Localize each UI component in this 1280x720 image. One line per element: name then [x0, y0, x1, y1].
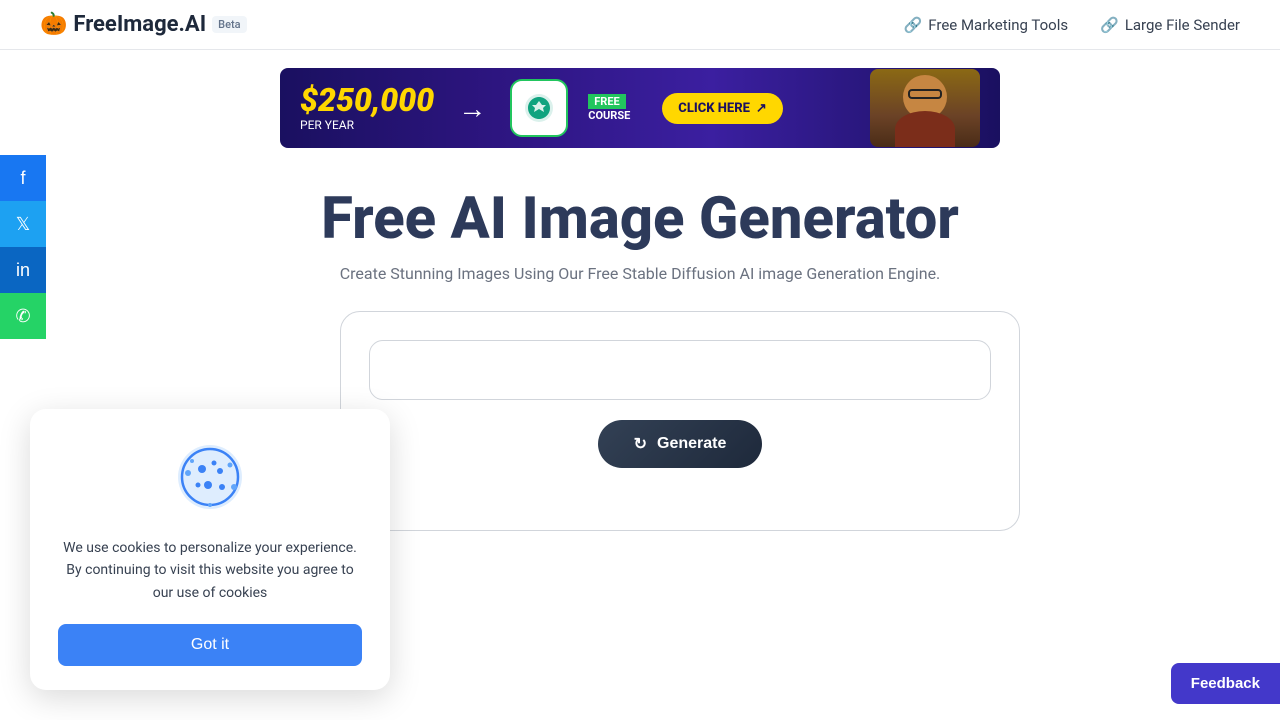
- generator-box: ↻ Generate: [340, 311, 1020, 531]
- feedback-button[interactable]: Feedback: [1171, 663, 1280, 704]
- banner-text: $250,000 PER YEAR: [300, 84, 434, 132]
- facebook-button[interactable]: f: [0, 155, 46, 201]
- nav-file-label: Large File Sender: [1125, 16, 1240, 34]
- page-title: Free AI Image Generator: [321, 188, 959, 252]
- header: 🎃 FreeImage.AI Beta 🔗 Free Marketing Too…: [0, 0, 1280, 50]
- beta-badge: Beta: [212, 16, 246, 33]
- banner-free-label: FREE: [588, 94, 625, 109]
- link-icon-marketing: 🔗: [904, 16, 923, 34]
- nav: 🔗 Free Marketing Tools 🔗 Large File Send…: [904, 16, 1240, 34]
- nav-marketing-tools[interactable]: 🔗 Free Marketing Tools: [904, 16, 1069, 34]
- cookie-popup: We use cookies to personalize your exper…: [30, 409, 390, 690]
- nav-file-sender[interactable]: 🔗 Large File Sender: [1100, 16, 1240, 34]
- banner-area: $250,000 PER YEAR → FREE COURSE CLICK HE…: [0, 50, 1280, 158]
- banner-free-course: FREE COURSE: [588, 94, 630, 122]
- cookie-icon-area: [170, 437, 250, 521]
- banner-click-button[interactable]: CLICK HERE ↗: [662, 93, 783, 124]
- banner-click-text: CLICK HERE: [678, 101, 750, 116]
- whatsapp-button[interactable]: ✆: [0, 293, 46, 339]
- banner-logo: [510, 79, 568, 137]
- logo-icon: 🎃: [40, 12, 67, 37]
- twitter-button[interactable]: 𝕏: [0, 201, 46, 247]
- banner: $250,000 PER YEAR → FREE COURSE CLICK HE…: [280, 68, 1000, 148]
- generate-button[interactable]: ↻ Generate: [598, 420, 763, 468]
- linkedin-button[interactable]: in: [0, 247, 46, 293]
- generate-icon: ↻: [634, 434, 647, 454]
- banner-arrow-icon: →: [458, 92, 486, 125]
- banner-per-year: PER YEAR: [300, 118, 434, 132]
- logo-area: 🎃 FreeImage.AI Beta: [40, 12, 247, 37]
- link-icon-file: 🔗: [1100, 16, 1119, 34]
- banner-course-label: COURSE: [588, 109, 630, 122]
- generate-label: Generate: [657, 435, 726, 453]
- social-sidebar: f 𝕏 in ✆: [0, 155, 46, 339]
- cookie-icon: [170, 437, 250, 517]
- banner-person: [870, 69, 980, 147]
- openai-icon: [522, 91, 556, 125]
- nav-marketing-label: Free Marketing Tools: [928, 16, 1068, 34]
- logo-text: FreeImage.AI: [73, 12, 206, 37]
- got-it-button[interactable]: Got it: [58, 624, 362, 666]
- cursor-icon: ↗: [756, 101, 767, 116]
- prompt-input[interactable]: [369, 340, 991, 400]
- cookie-message: We use cookies to personalize your exper…: [58, 537, 362, 604]
- banner-amount: $250,000: [300, 84, 434, 116]
- page-subtitle: Create Stunning Images Using Our Free St…: [340, 264, 941, 283]
